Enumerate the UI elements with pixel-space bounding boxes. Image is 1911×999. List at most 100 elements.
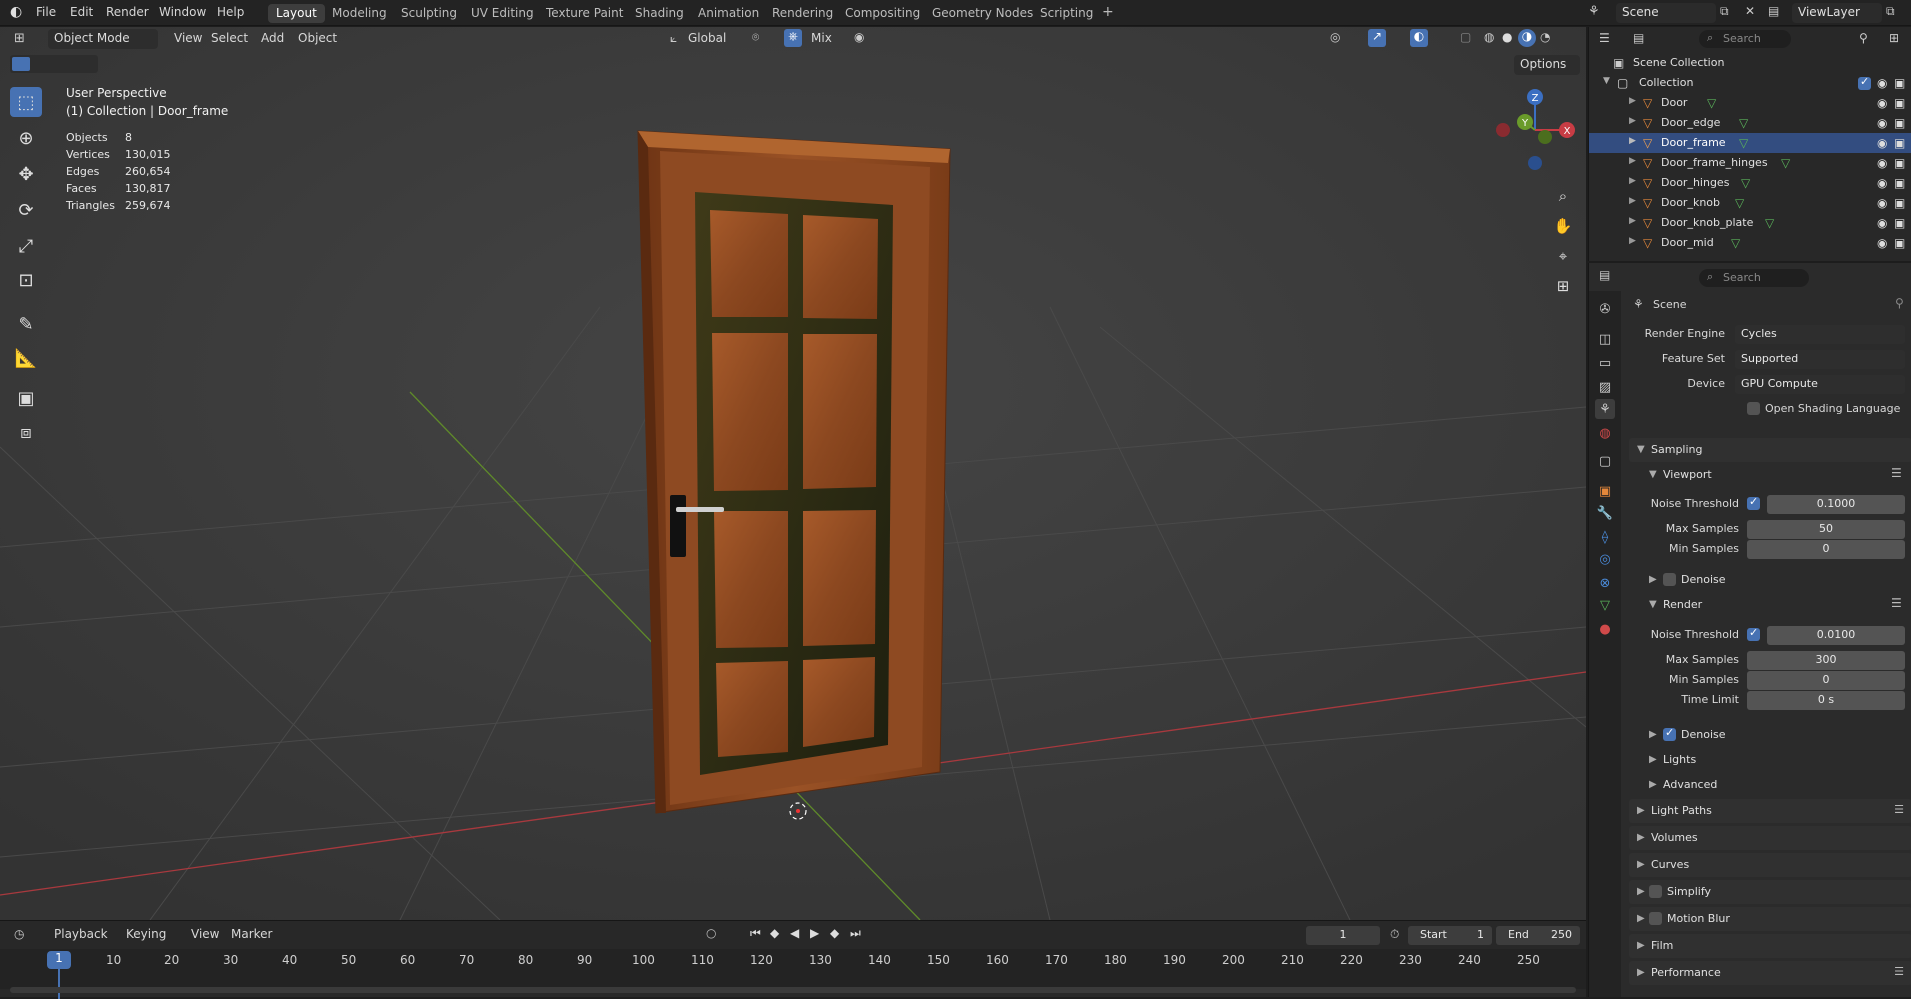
- chevron-down-icon[interactable]: ▼: [1649, 599, 1657, 610]
- play-reverse-icon[interactable]: ◀: [790, 926, 799, 940]
- camera-render-icon[interactable]: ▣: [1894, 176, 1905, 190]
- menu-marker[interactable]: Marker: [231, 927, 272, 941]
- film-panel-header[interactable]: ▶ Film: [1629, 934, 1911, 958]
- chevron-right-icon[interactable]: ▶: [1649, 754, 1657, 765]
- object-tab-icon[interactable]: ▣: [1595, 481, 1615, 501]
- mesh-data-icon[interactable]: ▽: [1739, 116, 1748, 130]
- preset-list-icon[interactable]: ☰: [1894, 803, 1904, 816]
- tab-compositing[interactable]: Compositing: [837, 4, 928, 23]
- expand-chevron-icon[interactable]: ▶: [1629, 96, 1636, 106]
- record-icon[interactable]: ○: [706, 926, 716, 940]
- outliner-item-selected[interactable]: ▶ ▽ Door_frame ▽ ◉ ▣: [1589, 133, 1911, 153]
- volumes-panel-header[interactable]: ▶ Volumes: [1629, 826, 1911, 850]
- camera-render-icon[interactable]: ▣: [1894, 216, 1905, 230]
- rotate-tool[interactable]: ⟳: [10, 195, 42, 225]
- ortho-grid-icon[interactable]: ⊞: [1550, 273, 1576, 299]
- vp-denoise-checkbox[interactable]: [1663, 573, 1676, 586]
- viewlayer-selector[interactable]: ViewLayer: [1792, 3, 1882, 23]
- sampling-panel-header[interactable]: ▼ Sampling: [1629, 438, 1911, 462]
- current-frame-field[interactable]: 1: [1306, 926, 1380, 945]
- performance-panel-header[interactable]: ▶ Performance ☰: [1629, 961, 1911, 985]
- add-cube-tool[interactable]: ▣: [10, 383, 42, 413]
- menu-keying[interactable]: Keying: [126, 927, 166, 941]
- particles-tab-icon[interactable]: ⟠: [1595, 527, 1615, 547]
- light-paths-panel-header[interactable]: ▶ Light Paths ☰: [1629, 799, 1911, 823]
- motion-blur-panel-header[interactable]: ▶ Motion Blur: [1629, 907, 1911, 931]
- chevron-right-icon[interactable]: ▶: [1649, 779, 1657, 790]
- outliner-scene-collection[interactable]: ▣ Scene Collection: [1589, 53, 1911, 73]
- new-collection-icon[interactable]: ⊞: [1889, 31, 1899, 45]
- transform-tool[interactable]: ⊡: [10, 265, 42, 295]
- tab-scripting[interactable]: Scripting: [1032, 4, 1101, 23]
- menu-window[interactable]: Window: [159, 5, 206, 19]
- motion-blur-checkbox[interactable]: [1649, 912, 1662, 925]
- mode-selector[interactable]: Object Mode: [48, 29, 158, 49]
- menu-view[interactable]: View: [174, 31, 202, 45]
- scene-selector[interactable]: Scene: [1616, 3, 1716, 23]
- prev-keyframe-icon[interactable]: ◆: [770, 926, 779, 940]
- outliner-item[interactable]: ▶ ▽ Door_frame_hinges ▽ ◉ ▣: [1589, 153, 1911, 173]
- stopwatch-icon[interactable]: ⏱: [1390, 927, 1399, 942]
- material-shading-icon[interactable]: ◑: [1518, 29, 1536, 47]
- tab-sculpting[interactable]: Sculpting: [393, 4, 465, 23]
- outliner-item[interactable]: ▶ ▽ Door_mid ▽ ◉ ▣: [1589, 233, 1911, 253]
- view-layer-tab-icon[interactable]: ▨: [1595, 377, 1615, 397]
- mesh-data-icon[interactable]: ▽: [1765, 216, 1774, 230]
- mesh-data-icon[interactable]: ▽: [1741, 176, 1750, 190]
- add-workspace-icon[interactable]: +: [1102, 4, 1114, 20]
- cursor-tool[interactable]: ⊕: [10, 123, 42, 153]
- transform-orientation[interactable]: Global: [688, 31, 726, 45]
- preset-list-icon[interactable]: ☰: [1891, 596, 1902, 610]
- outliner-search-input[interactable]: ⌕ Search: [1699, 30, 1791, 48]
- output-tab-icon[interactable]: ▭: [1595, 353, 1615, 373]
- tab-shading[interactable]: Shading: [627, 4, 692, 23]
- filter-icon[interactable]: ⚲: [1859, 31, 1868, 45]
- start-frame-field[interactable]: Start 1: [1408, 926, 1492, 945]
- expand-chevron-icon[interactable]: ▶: [1629, 196, 1636, 206]
- measure-tool[interactable]: 📐: [10, 343, 42, 373]
- move-tool[interactable]: ✥: [10, 159, 42, 189]
- select-new-icon[interactable]: [12, 57, 30, 71]
- r-denoise-checkbox[interactable]: [1663, 726, 1676, 741]
- solid-shading-icon[interactable]: ●: [1502, 30, 1512, 44]
- select-mode-group[interactable]: [10, 55, 98, 73]
- menu-help[interactable]: Help: [217, 5, 244, 19]
- play-icon[interactable]: ▶: [810, 926, 819, 940]
- overlay-toggle-icon[interactable]: ◐: [1410, 29, 1428, 47]
- data-tab-icon[interactable]: ▽: [1595, 595, 1615, 615]
- select-box-tool[interactable]: ⬚: [10, 87, 42, 117]
- pin-icon[interactable]: ⚲: [1895, 296, 1904, 310]
- visibility-icon[interactable]: ◎: [1330, 30, 1340, 44]
- zoom-icon[interactable]: ⌕: [1550, 183, 1576, 209]
- advanced-subpanel-title[interactable]: Advanced: [1663, 778, 1717, 791]
- timeline-scrollbar[interactable]: [10, 987, 1576, 993]
- gizmo-toggle-icon[interactable]: ↗: [1368, 29, 1386, 47]
- expand-chevron-icon[interactable]: ▶: [1629, 116, 1636, 126]
- tab-layout[interactable]: Layout: [268, 4, 325, 23]
- collection-tab-icon[interactable]: ▢: [1595, 451, 1615, 471]
- navigation-gizmo[interactable]: Z X Y: [1490, 85, 1580, 175]
- expand-chevron-icon[interactable]: ▶: [1629, 136, 1636, 146]
- blender-logo-icon[interactable]: ◐: [10, 4, 22, 20]
- properties-search-input[interactable]: ⌕ Search: [1699, 269, 1809, 287]
- material-tab-icon[interactable]: ●: [1595, 619, 1615, 639]
- expand-chevron-icon[interactable]: ▶: [1629, 156, 1636, 166]
- tab-rendering[interactable]: Rendering: [764, 4, 841, 23]
- scene-icon[interactable]: ⚘: [1588, 4, 1600, 19]
- modifier-tab-icon[interactable]: 🔧: [1595, 503, 1615, 523]
- r-noise-threshold-checkbox[interactable]: [1747, 626, 1760, 641]
- world-tab-icon[interactable]: ◍: [1595, 423, 1615, 443]
- simplify-checkbox[interactable]: [1649, 885, 1662, 898]
- preset-list-icon[interactable]: ☰: [1891, 466, 1902, 480]
- 3d-viewport[interactable]: ⊞ Object Mode View Select Add Object ⟀ G…: [0, 27, 1586, 920]
- chevron-right-icon[interactable]: ▶: [1649, 574, 1657, 585]
- add-object-tool[interactable]: ⧈: [10, 417, 42, 447]
- scale-tool[interactable]: ⤢: [10, 231, 42, 261]
- eye-icon[interactable]: ◉: [1877, 236, 1887, 250]
- eye-icon[interactable]: ◉: [1877, 176, 1887, 190]
- menu-playback[interactable]: Playback: [54, 927, 108, 941]
- display-mode-icon[interactable]: ▤: [1633, 31, 1644, 45]
- feature-set-dropdown[interactable]: Supported: [1735, 350, 1905, 369]
- lights-subpanel-title[interactable]: Lights: [1663, 753, 1696, 766]
- chevron-right-icon[interactable]: ▶: [1649, 729, 1657, 740]
